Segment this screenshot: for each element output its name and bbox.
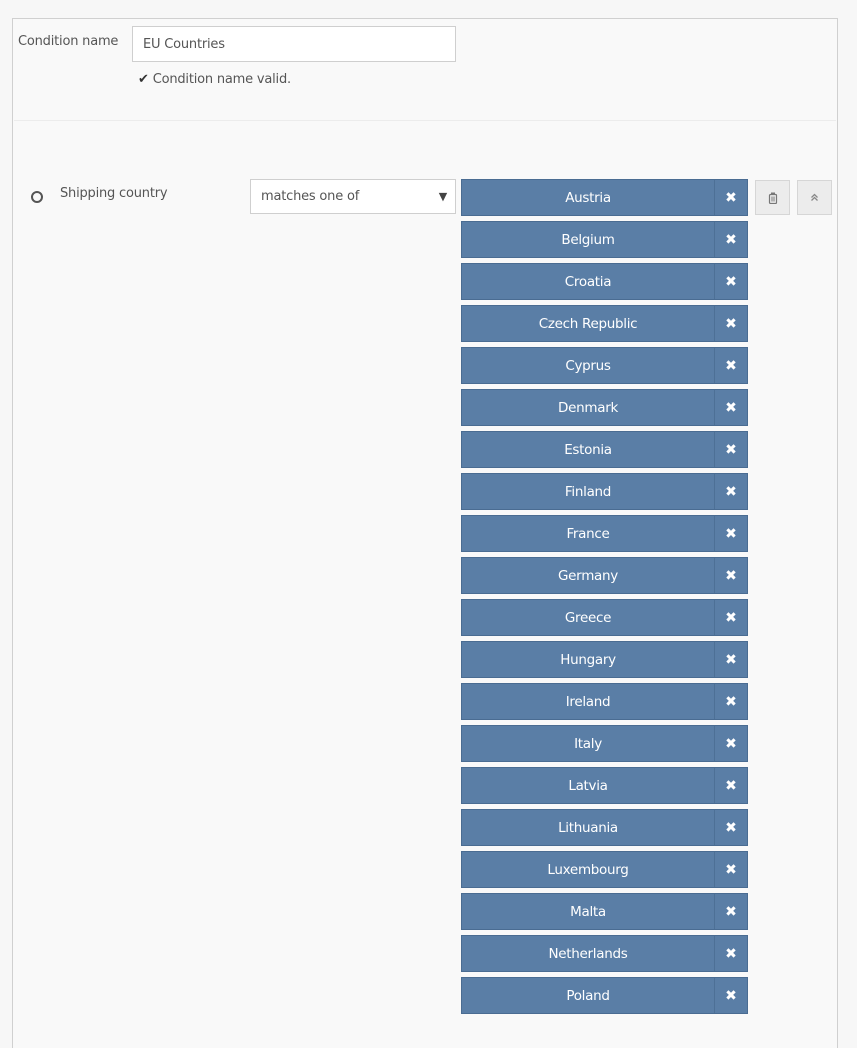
validation-text: Condition name valid. bbox=[152, 72, 291, 87]
caret-down-icon: ▼ bbox=[438, 190, 447, 203]
close-icon: ✖ bbox=[725, 861, 737, 878]
condition-name-input[interactable] bbox=[132, 26, 456, 62]
close-icon: ✖ bbox=[725, 441, 737, 458]
remove-country-button[interactable]: ✖ bbox=[714, 474, 747, 509]
country-tag: Denmark ✖ bbox=[461, 389, 748, 426]
country-tag: Germany ✖ bbox=[461, 557, 748, 594]
country-tag: Belgium ✖ bbox=[461, 221, 748, 258]
remove-country-button[interactable]: ✖ bbox=[714, 348, 747, 383]
country-tag-label: Cyprus bbox=[565, 357, 611, 374]
field-label-shipping-country: Shipping country bbox=[60, 186, 168, 201]
country-tag-label: Latvia bbox=[568, 777, 608, 794]
close-icon: ✖ bbox=[725, 483, 737, 500]
country-tag: Luxembourg ✖ bbox=[461, 851, 748, 888]
close-icon: ✖ bbox=[725, 987, 737, 1004]
country-tag-label: Italy bbox=[574, 735, 602, 752]
country-tag-label: Lithuania bbox=[558, 819, 618, 836]
country-tag: Estonia ✖ bbox=[461, 431, 748, 468]
country-tag-label: Hungary bbox=[560, 651, 616, 668]
remove-country-button[interactable]: ✖ bbox=[714, 810, 747, 845]
remove-country-button[interactable]: ✖ bbox=[714, 894, 747, 929]
close-icon: ✖ bbox=[725, 609, 737, 626]
remove-country-button[interactable]: ✖ bbox=[714, 222, 747, 257]
country-tag-label: France bbox=[566, 525, 610, 542]
close-icon: ✖ bbox=[725, 399, 737, 416]
country-tag-label: Luxembourg bbox=[547, 861, 629, 878]
trash-icon bbox=[768, 192, 778, 204]
country-tag: Italy ✖ bbox=[461, 725, 748, 762]
remove-country-button[interactable]: ✖ bbox=[714, 642, 747, 677]
delete-rule-button[interactable] bbox=[755, 180, 790, 215]
country-tag: Latvia ✖ bbox=[461, 767, 748, 804]
country-tag: Cyprus ✖ bbox=[461, 347, 748, 384]
close-icon: ✖ bbox=[725, 819, 737, 836]
country-tag: Ireland ✖ bbox=[461, 683, 748, 720]
remove-country-button[interactable]: ✖ bbox=[714, 684, 747, 719]
close-icon: ✖ bbox=[725, 189, 737, 206]
country-tag: Finland ✖ bbox=[461, 473, 748, 510]
close-icon: ✖ bbox=[725, 777, 737, 794]
remove-country-button[interactable]: ✖ bbox=[714, 306, 747, 341]
country-tag: Greece ✖ bbox=[461, 599, 748, 636]
validation-message: ✔ Condition name valid. bbox=[138, 72, 291, 87]
close-icon: ✖ bbox=[725, 651, 737, 668]
remove-country-button[interactable]: ✖ bbox=[714, 726, 747, 761]
country-tag-label: Malta bbox=[570, 903, 606, 920]
close-icon: ✖ bbox=[725, 567, 737, 584]
close-icon: ✖ bbox=[725, 945, 737, 962]
close-icon: ✖ bbox=[725, 693, 737, 710]
country-tag-label: Ireland bbox=[565, 693, 611, 710]
country-tag: Lithuania ✖ bbox=[461, 809, 748, 846]
close-icon: ✖ bbox=[725, 273, 737, 290]
remove-country-button[interactable]: ✖ bbox=[714, 852, 747, 887]
country-tag: Croatia ✖ bbox=[461, 263, 748, 300]
country-tag-label: Germany bbox=[558, 567, 618, 584]
country-tag-label: Estonia bbox=[564, 441, 612, 458]
country-tag-label: Czech Republic bbox=[538, 315, 638, 332]
country-tag-label: Austria bbox=[565, 189, 611, 206]
check-icon: ✔ bbox=[138, 72, 149, 87]
remove-country-button[interactable]: ✖ bbox=[714, 516, 747, 551]
close-icon: ✖ bbox=[725, 525, 737, 542]
remove-country-button[interactable]: ✖ bbox=[714, 264, 747, 299]
radio-circle-icon[interactable] bbox=[31, 191, 43, 203]
remove-country-button[interactable]: ✖ bbox=[714, 600, 747, 635]
collapse-rule-button[interactable] bbox=[797, 180, 832, 215]
country-tag-label: Belgium bbox=[561, 231, 615, 248]
close-icon: ✖ bbox=[725, 903, 737, 920]
country-tag: Austria ✖ bbox=[461, 179, 748, 216]
country-tag-label: Finland bbox=[564, 483, 612, 500]
remove-country-button[interactable]: ✖ bbox=[714, 936, 747, 971]
country-tag: Czech Republic ✖ bbox=[461, 305, 748, 342]
remove-country-button[interactable]: ✖ bbox=[714, 180, 747, 215]
country-tag: Netherlands ✖ bbox=[461, 935, 748, 972]
condition-name-label: Condition name bbox=[18, 34, 119, 49]
operator-select[interactable]: matches one of ▼ bbox=[250, 179, 456, 214]
country-tag: Hungary ✖ bbox=[461, 641, 748, 678]
remove-country-button[interactable]: ✖ bbox=[714, 432, 747, 467]
operator-selected-value: matches one of bbox=[261, 189, 360, 204]
selected-countries-list: Austria ✖ Belgium ✖ Croatia ✖ Czech Republic ✖ C… bbox=[461, 179, 748, 1019]
country-tag-label: Croatia bbox=[564, 273, 612, 290]
remove-country-button[interactable]: ✖ bbox=[714, 768, 747, 803]
double-chevron-up-icon bbox=[810, 193, 819, 202]
close-icon: ✖ bbox=[725, 231, 737, 248]
country-tag-label: Poland bbox=[566, 987, 610, 1004]
remove-country-button[interactable]: ✖ bbox=[714, 978, 747, 1013]
close-icon: ✖ bbox=[725, 735, 737, 752]
country-tag: France ✖ bbox=[461, 515, 748, 552]
country-tag-label: Greece bbox=[564, 609, 612, 626]
remove-country-button[interactable]: ✖ bbox=[714, 390, 747, 425]
remove-country-button[interactable]: ✖ bbox=[714, 558, 747, 593]
section-divider bbox=[14, 120, 836, 121]
country-tag: Poland ✖ bbox=[461, 977, 748, 1014]
country-tag-label: Denmark bbox=[558, 399, 618, 416]
close-icon: ✖ bbox=[725, 357, 737, 374]
country-tag-label: Netherlands bbox=[548, 945, 628, 962]
close-icon: ✖ bbox=[725, 315, 737, 332]
country-tag: Malta ✖ bbox=[461, 893, 748, 930]
